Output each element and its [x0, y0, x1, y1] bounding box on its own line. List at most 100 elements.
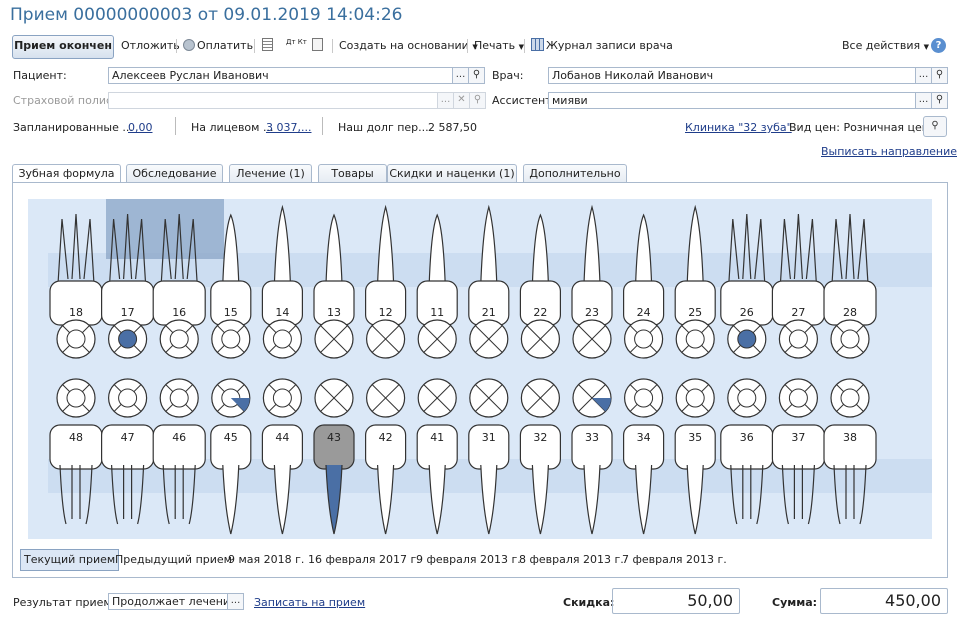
discount-label: Скидка:: [563, 596, 615, 609]
upper-surface-15[interactable]: [211, 319, 251, 359]
upper-surface-25[interactable]: [675, 319, 715, 359]
upper-surface-16[interactable]: [159, 319, 199, 359]
help-icon[interactable]: ?: [931, 38, 946, 53]
patient-label: Пациент:: [13, 69, 67, 82]
patient-search-icon[interactable]: ⚲: [468, 67, 485, 84]
result-field[interactable]: Продолжает лечение: [108, 593, 228, 610]
coins-icon: [183, 39, 195, 51]
pay-button[interactable]: Оплатить: [183, 35, 253, 57]
tooth-number-13: 13: [327, 306, 341, 319]
tab-goods[interactable]: Товары: [318, 164, 387, 182]
tooth-number-43: 43: [327, 431, 341, 444]
insurance-field[interactable]: [108, 92, 438, 109]
upper-surface-13[interactable]: [314, 319, 354, 359]
lower-surface-11[interactable]: [417, 378, 457, 418]
lower-surface-28[interactable]: [830, 378, 870, 418]
lower-surface-16[interactable]: [159, 378, 199, 418]
doctor-select-button[interactable]: ...: [915, 67, 932, 84]
tab-additional[interactable]: Дополнительно: [523, 164, 627, 182]
assistant-field[interactable]: мияви: [548, 92, 916, 109]
tab-treatment[interactable]: Лечение (1): [229, 164, 312, 182]
assistant-search-icon[interactable]: ⚲: [931, 92, 948, 109]
caret-down-icon: ▼: [923, 43, 929, 51]
doctor-field[interactable]: Лобанов Николай Иванович: [548, 67, 916, 84]
account-value-link[interactable]: 3 037,...: [266, 121, 311, 134]
lower-surface-12[interactable]: [366, 378, 406, 418]
upper-surface-12[interactable]: [366, 319, 406, 359]
insurance-select-button[interactable]: ...: [437, 92, 454, 109]
tooth-number-41: 41: [430, 431, 444, 444]
tooth-number-26: 26: [740, 306, 754, 319]
list-icon[interactable]: [262, 35, 275, 57]
postpone-button[interactable]: Отложить: [121, 35, 180, 57]
result-select-button[interactable]: ...: [227, 593, 244, 610]
lower-surface-25[interactable]: [675, 378, 715, 418]
upper-surface-17[interactable]: [107, 319, 148, 359]
lower-surface-26[interactable]: [727, 378, 767, 418]
print-label: Печать: [474, 39, 516, 52]
journal-button[interactable]: Журнал записи врача: [531, 35, 673, 57]
tooth-number-24: 24: [637, 306, 651, 319]
history-date-5[interactable]: 7 февраля 2013 г.: [622, 549, 727, 571]
lower-surface-17[interactable]: [107, 378, 148, 418]
lower-surface-21[interactable]: [469, 378, 509, 418]
tooth-number-23: 23: [585, 306, 599, 319]
upper-surface-14[interactable]: [262, 319, 302, 359]
all-actions-menu[interactable]: Все действия ▼: [842, 35, 929, 57]
tooth-number-27: 27: [791, 306, 805, 319]
tooth-number-47: 47: [121, 431, 135, 444]
tooth-number-18: 18: [69, 306, 83, 319]
print-menu[interactable]: Печать ▼: [474, 35, 524, 57]
done-button[interactable]: Прием окончен: [12, 35, 114, 59]
tooth-number-25: 25: [688, 306, 702, 319]
assistant-select-button[interactable]: ...: [915, 92, 932, 109]
appointment-link[interactable]: Записать на прием: [254, 596, 365, 609]
lower-surface-13[interactable]: [314, 378, 354, 418]
insurance-label: Страховой полис:: [13, 94, 116, 107]
lower-surface-15[interactable]: [211, 378, 251, 418]
upper-surface-11[interactable]: [417, 319, 457, 359]
planned-value-link[interactable]: 0,00: [128, 121, 153, 134]
lower-surface-24[interactable]: [623, 378, 664, 418]
tooth-number-36: 36: [740, 431, 754, 444]
assistant-label: Ассистент:: [492, 94, 556, 107]
lower-surface-22[interactable]: [520, 378, 561, 418]
tooth-number-34: 34: [637, 431, 651, 444]
lower-surface-27[interactable]: [778, 378, 819, 418]
upper-surface-24[interactable]: [623, 319, 664, 359]
dental-formula-chart[interactable]: 18 17 16 15 14 13 12 11 21 22 23 24 25 26 27 28 48 47 46 4…: [18, 189, 942, 541]
tooth-number-42: 42: [379, 431, 393, 444]
tab-examination[interactable]: Обследование: [126, 164, 223, 182]
upper-surface-18[interactable]: [56, 319, 96, 359]
lower-surface-14[interactable]: [262, 378, 302, 418]
tab-discounts[interactable]: Скидки и наценки (1): [387, 164, 517, 182]
tooth-number-21: 21: [482, 306, 496, 319]
history-date-3[interactable]: 9 февраля 2013 г.: [416, 549, 521, 571]
upper-surface-26[interactable]: [727, 319, 767, 359]
referral-link[interactable]: Выписать направление: [821, 145, 957, 158]
dtkt-icon[interactable]: Дт Кт: [286, 38, 307, 60]
price-search-icon[interactable]: ⚲: [923, 116, 947, 137]
upper-surface-28[interactable]: [830, 319, 870, 359]
clinic-link[interactable]: Клиника "32 зуба": [685, 121, 792, 134]
upper-surface-22[interactable]: [520, 319, 561, 359]
history-current[interactable]: Текущий прием: [20, 549, 120, 571]
history-date-4[interactable]: 8 февраля 2013 г.: [519, 549, 624, 571]
history-date-1[interactable]: 9 мая 2018 г.: [228, 549, 304, 571]
insurance-clear-icon[interactable]: ✕: [453, 92, 470, 109]
history-previous[interactable]: Предыдущий прием: [115, 549, 232, 571]
upper-surface-21[interactable]: [469, 319, 509, 359]
insurance-search-icon[interactable]: ⚲: [469, 92, 486, 109]
document-icon[interactable]: [312, 35, 325, 57]
create-based-menu[interactable]: Создать на основании ▼: [339, 35, 478, 57]
tab-dental-formula[interactable]: Зубная формула: [12, 164, 121, 184]
history-date-2[interactable]: 16 февраля 2017 г.: [308, 549, 420, 571]
upper-surface-23[interactable]: [572, 319, 612, 359]
upper-surface-27[interactable]: [778, 319, 819, 359]
patient-select-button[interactable]: ...: [452, 67, 469, 84]
toolbar: Прием окончен Отложить Оплатить Дт Кт Со…: [0, 35, 966, 60]
lower-surface-18[interactable]: [56, 378, 96, 418]
lower-surface-23[interactable]: [572, 378, 612, 418]
patient-field[interactable]: Алексеев Руслан Иванович: [108, 67, 453, 84]
doctor-search-icon[interactable]: ⚲: [931, 67, 948, 84]
